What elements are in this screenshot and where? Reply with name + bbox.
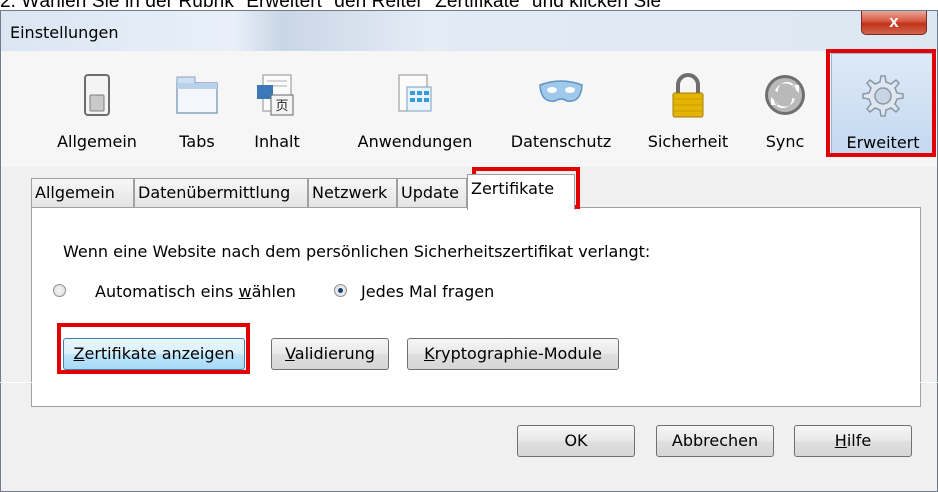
toolbar-item-sicherheit[interactable]: Sicherheit xyxy=(637,51,739,157)
content-icon: 页 xyxy=(257,74,294,116)
sync-icon xyxy=(765,75,805,115)
tabs-icon xyxy=(176,76,218,114)
help-button[interactable]: Hilfe xyxy=(794,425,912,457)
radio-ask-every-time-label: Jedes Mal fragen xyxy=(361,282,495,301)
close-button[interactable]: x xyxy=(861,11,927,35)
certificates-panel xyxy=(31,207,921,407)
toolbar-label: Sync xyxy=(765,132,805,151)
toolbar-label: Datenschutz xyxy=(510,132,612,151)
toolbar-item-sync[interactable]: Sync xyxy=(749,51,821,157)
switch-icon xyxy=(84,74,110,116)
tab-label: Update xyxy=(401,183,459,202)
tab-label: Datenübermittlung xyxy=(138,183,291,202)
svg-text:页: 页 xyxy=(275,99,288,114)
window-title: Einstellungen xyxy=(10,23,119,42)
tab-update[interactable]: Update xyxy=(397,178,467,208)
tab-netzwerk[interactable]: Netzwerk xyxy=(308,178,397,208)
tab-allgemein[interactable]: Allgemein xyxy=(31,178,134,208)
radio-ask-every-time[interactable]: Jedes Mal fragen xyxy=(334,282,514,302)
toolbar-label: Sicherheit xyxy=(647,132,729,151)
radio-auto-select-label: Automatisch eins wählen xyxy=(95,282,296,301)
tab-datenuebermittlung[interactable]: Datenübermittlung xyxy=(134,178,308,208)
toolbar-label: Inhalt xyxy=(254,132,300,151)
applications-icon xyxy=(398,74,432,112)
settings-dialog: Einstellungen x Allgemein Tabs 页 Inhalt … xyxy=(0,10,938,492)
toolbar-item-allgemein[interactable]: Allgemein xyxy=(41,51,153,157)
toolbar-item-datenschutz[interactable]: Datenschutz xyxy=(501,51,621,157)
highlight-show-certificates xyxy=(57,323,250,374)
radio-auto-select-button[interactable] xyxy=(53,284,66,297)
certificate-prompt: Wenn eine Website nach dem persönlichen … xyxy=(63,242,651,261)
category-toolbar: Allgemein Tabs 页 Inhalt Anwendungen Date… xyxy=(1,51,937,167)
divider xyxy=(0,382,938,383)
mask-icon xyxy=(539,80,583,102)
toolbar-label: Tabs xyxy=(179,132,215,151)
radio-auto-select[interactable]: Automatisch eins wählen xyxy=(53,282,296,302)
toolbar-item-anwendungen[interactable]: Anwendungen xyxy=(347,51,483,157)
title-bar: Einstellungen x xyxy=(1,11,937,51)
tab-label: Zertifikate xyxy=(471,179,555,198)
tab-zertifikate[interactable]: Zertifikate xyxy=(467,174,575,210)
close-icon: x xyxy=(889,12,899,31)
cancel-button[interactable]: Abbrechen xyxy=(656,425,774,457)
padlock-icon xyxy=(672,73,704,118)
tab-label: Allgemein xyxy=(35,183,115,202)
crypto-modules-button[interactable]: Kryptographie-Module xyxy=(407,338,619,370)
toolbar-item-inhalt[interactable]: 页 Inhalt xyxy=(241,51,313,157)
toolbar-label: Allgemein xyxy=(57,132,137,151)
highlight-erweitert xyxy=(826,49,936,157)
tab-label: Netzwerk xyxy=(312,183,388,202)
toolbar-label: Anwendungen xyxy=(357,132,473,151)
toolbar-item-tabs[interactable]: Tabs xyxy=(161,51,233,157)
radio-ask-every-time-button[interactable] xyxy=(334,284,347,297)
validation-button[interactable]: Validierung xyxy=(271,338,389,370)
ok-button[interactable]: OK xyxy=(517,425,635,457)
